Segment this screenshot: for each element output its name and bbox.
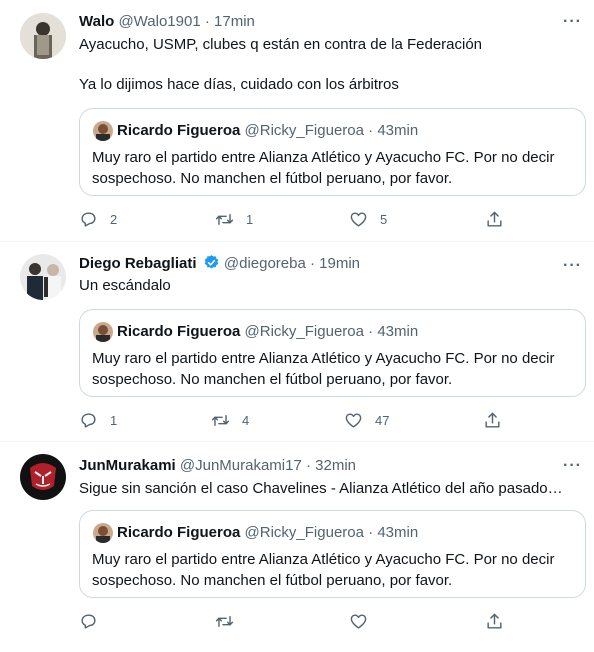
quoted-text: Muy raro el partido entre Alianza Atléti…	[92, 350, 555, 388]
tweet[interactable]: Walo @Walo1901 · 17min ··· Ayacucho, USM…	[0, 0, 594, 242]
quoted-timestamp: 43min	[377, 524, 419, 541]
reply-count: 1	[110, 412, 118, 428]
author-name[interactable]: JunMurakami	[79, 457, 176, 474]
tweet-text: Un escándalo	[79, 277, 171, 294]
share-button[interactable]	[485, 209, 504, 229]
separator: ·	[368, 122, 374, 139]
share-icon	[487, 613, 502, 629]
retweet-icon	[215, 615, 234, 627]
reply-button[interactable]: 1	[79, 410, 117, 430]
author-name[interactable]: Walo	[79, 13, 114, 30]
reply-icon	[81, 211, 96, 227]
tweet-text: Sigue sin sanción el caso Chavelines - A…	[79, 480, 563, 497]
share-icon	[487, 211, 502, 227]
separator: ·	[204, 13, 210, 30]
retweet-icon	[215, 213, 234, 225]
timestamp[interactable]: 17min	[214, 13, 255, 30]
share-icon	[485, 412, 500, 428]
reply-icon	[81, 613, 96, 629]
quoted-text: Muy raro el partido entre Alianza Atléti…	[92, 149, 555, 187]
timestamp[interactable]: 32min	[315, 457, 356, 474]
retweet-button[interactable]: 4	[211, 410, 249, 430]
quoted-tweet[interactable]: Ricardo Figueroa @Ricky_Figueroa · 43min…	[79, 510, 586, 598]
author-handle[interactable]: @JunMurakami17	[180, 457, 302, 474]
timestamp[interactable]: 19min	[319, 255, 360, 272]
like-count: 47	[375, 412, 390, 428]
author-name[interactable]: Diego Rebagliati	[79, 255, 197, 272]
more-options-button[interactable]: ···	[563, 258, 582, 274]
avatar	[93, 322, 113, 342]
quoted-timestamp: 43min	[377, 323, 419, 340]
reply-icon	[81, 412, 96, 428]
reply-button[interactable]: 2	[79, 209, 117, 229]
share-button[interactable]	[485, 611, 504, 631]
quoted-header: Ricardo Figueroa @Ricky_Figueroa · 43min	[117, 322, 418, 342]
like-button[interactable]: 47	[344, 410, 389, 430]
tweet-text: Ayacucho, USMP, clubes q están en contra…	[79, 36, 483, 93]
separator: ·	[368, 524, 374, 541]
tweet[interactable]: JunMurakami @JunMurakami17 · 32min ··· S…	[0, 442, 594, 652]
quoted-timestamp: 43min	[377, 122, 419, 139]
retweet-icon	[211, 414, 230, 426]
separator: ·	[310, 255, 315, 272]
quoted-header: Ricardo Figueroa @Ricky_Figueroa · 43min	[117, 121, 418, 141]
avatar	[93, 121, 113, 141]
quoted-author-name: Ricardo Figueroa	[117, 323, 241, 340]
heart-icon	[350, 211, 367, 227]
author-handle[interactable]: @diegoreba	[224, 255, 306, 272]
avatar[interactable]	[20, 254, 66, 300]
share-button[interactable]	[483, 410, 502, 430]
more-options-button[interactable]: ···	[563, 458, 582, 474]
separator: ·	[368, 323, 374, 340]
tweet-actions: 2 1 5	[79, 209, 509, 229]
quoted-author-name: Ricardo Figueroa	[117, 524, 241, 541]
avatar	[93, 523, 113, 543]
quoted-author-handle: @Ricky_Figueroa	[244, 323, 364, 340]
retweet-count: 1	[246, 211, 254, 227]
quoted-author-name: Ricardo Figueroa	[117, 122, 241, 139]
tweet-header: Walo @Walo1901 · 17min	[79, 12, 255, 32]
quoted-tweet[interactable]: Ricardo Figueroa @Ricky_Figueroa · 43min…	[79, 309, 586, 397]
avatar[interactable]	[20, 13, 66, 59]
heart-icon	[350, 613, 367, 629]
avatar[interactable]	[20, 454, 66, 500]
heart-icon	[345, 412, 362, 428]
quoted-author-handle: @Ricky_Figueroa	[244, 524, 364, 541]
tweet-header: Diego Rebagliati @diegoreba · 19min	[79, 254, 360, 274]
reply-count: 2	[110, 211, 118, 227]
like-button[interactable]	[349, 611, 380, 631]
tweet-actions	[79, 611, 509, 631]
quoted-text: Muy raro el partido entre Alianza Atléti…	[92, 551, 555, 589]
tweet[interactable]: Diego Rebagliati @diegoreba · 19min ··· …	[0, 242, 594, 442]
like-count: 5	[380, 211, 388, 227]
quoted-tweet[interactable]: Ricardo Figueroa @Ricky_Figueroa · 43min…	[79, 108, 586, 196]
quoted-header: Ricardo Figueroa @Ricky_Figueroa · 43min	[117, 523, 418, 543]
retweet-button[interactable]: 1	[215, 209, 253, 229]
quoted-author-handle: @Ricky_Figueroa	[244, 122, 364, 139]
more-options-button[interactable]: ···	[563, 14, 582, 30]
tweet-actions: 1 4 47	[79, 410, 509, 430]
retweet-count: 4	[242, 412, 250, 428]
verified-badge-icon	[204, 255, 218, 269]
tweet-header: JunMurakami @JunMurakami17 · 32min	[79, 456, 356, 476]
like-button[interactable]: 5	[349, 209, 387, 229]
separator: ·	[306, 457, 311, 474]
retweet-button[interactable]	[215, 611, 246, 631]
reply-button[interactable]	[79, 611, 110, 631]
author-handle[interactable]: @Walo1901	[118, 13, 200, 30]
